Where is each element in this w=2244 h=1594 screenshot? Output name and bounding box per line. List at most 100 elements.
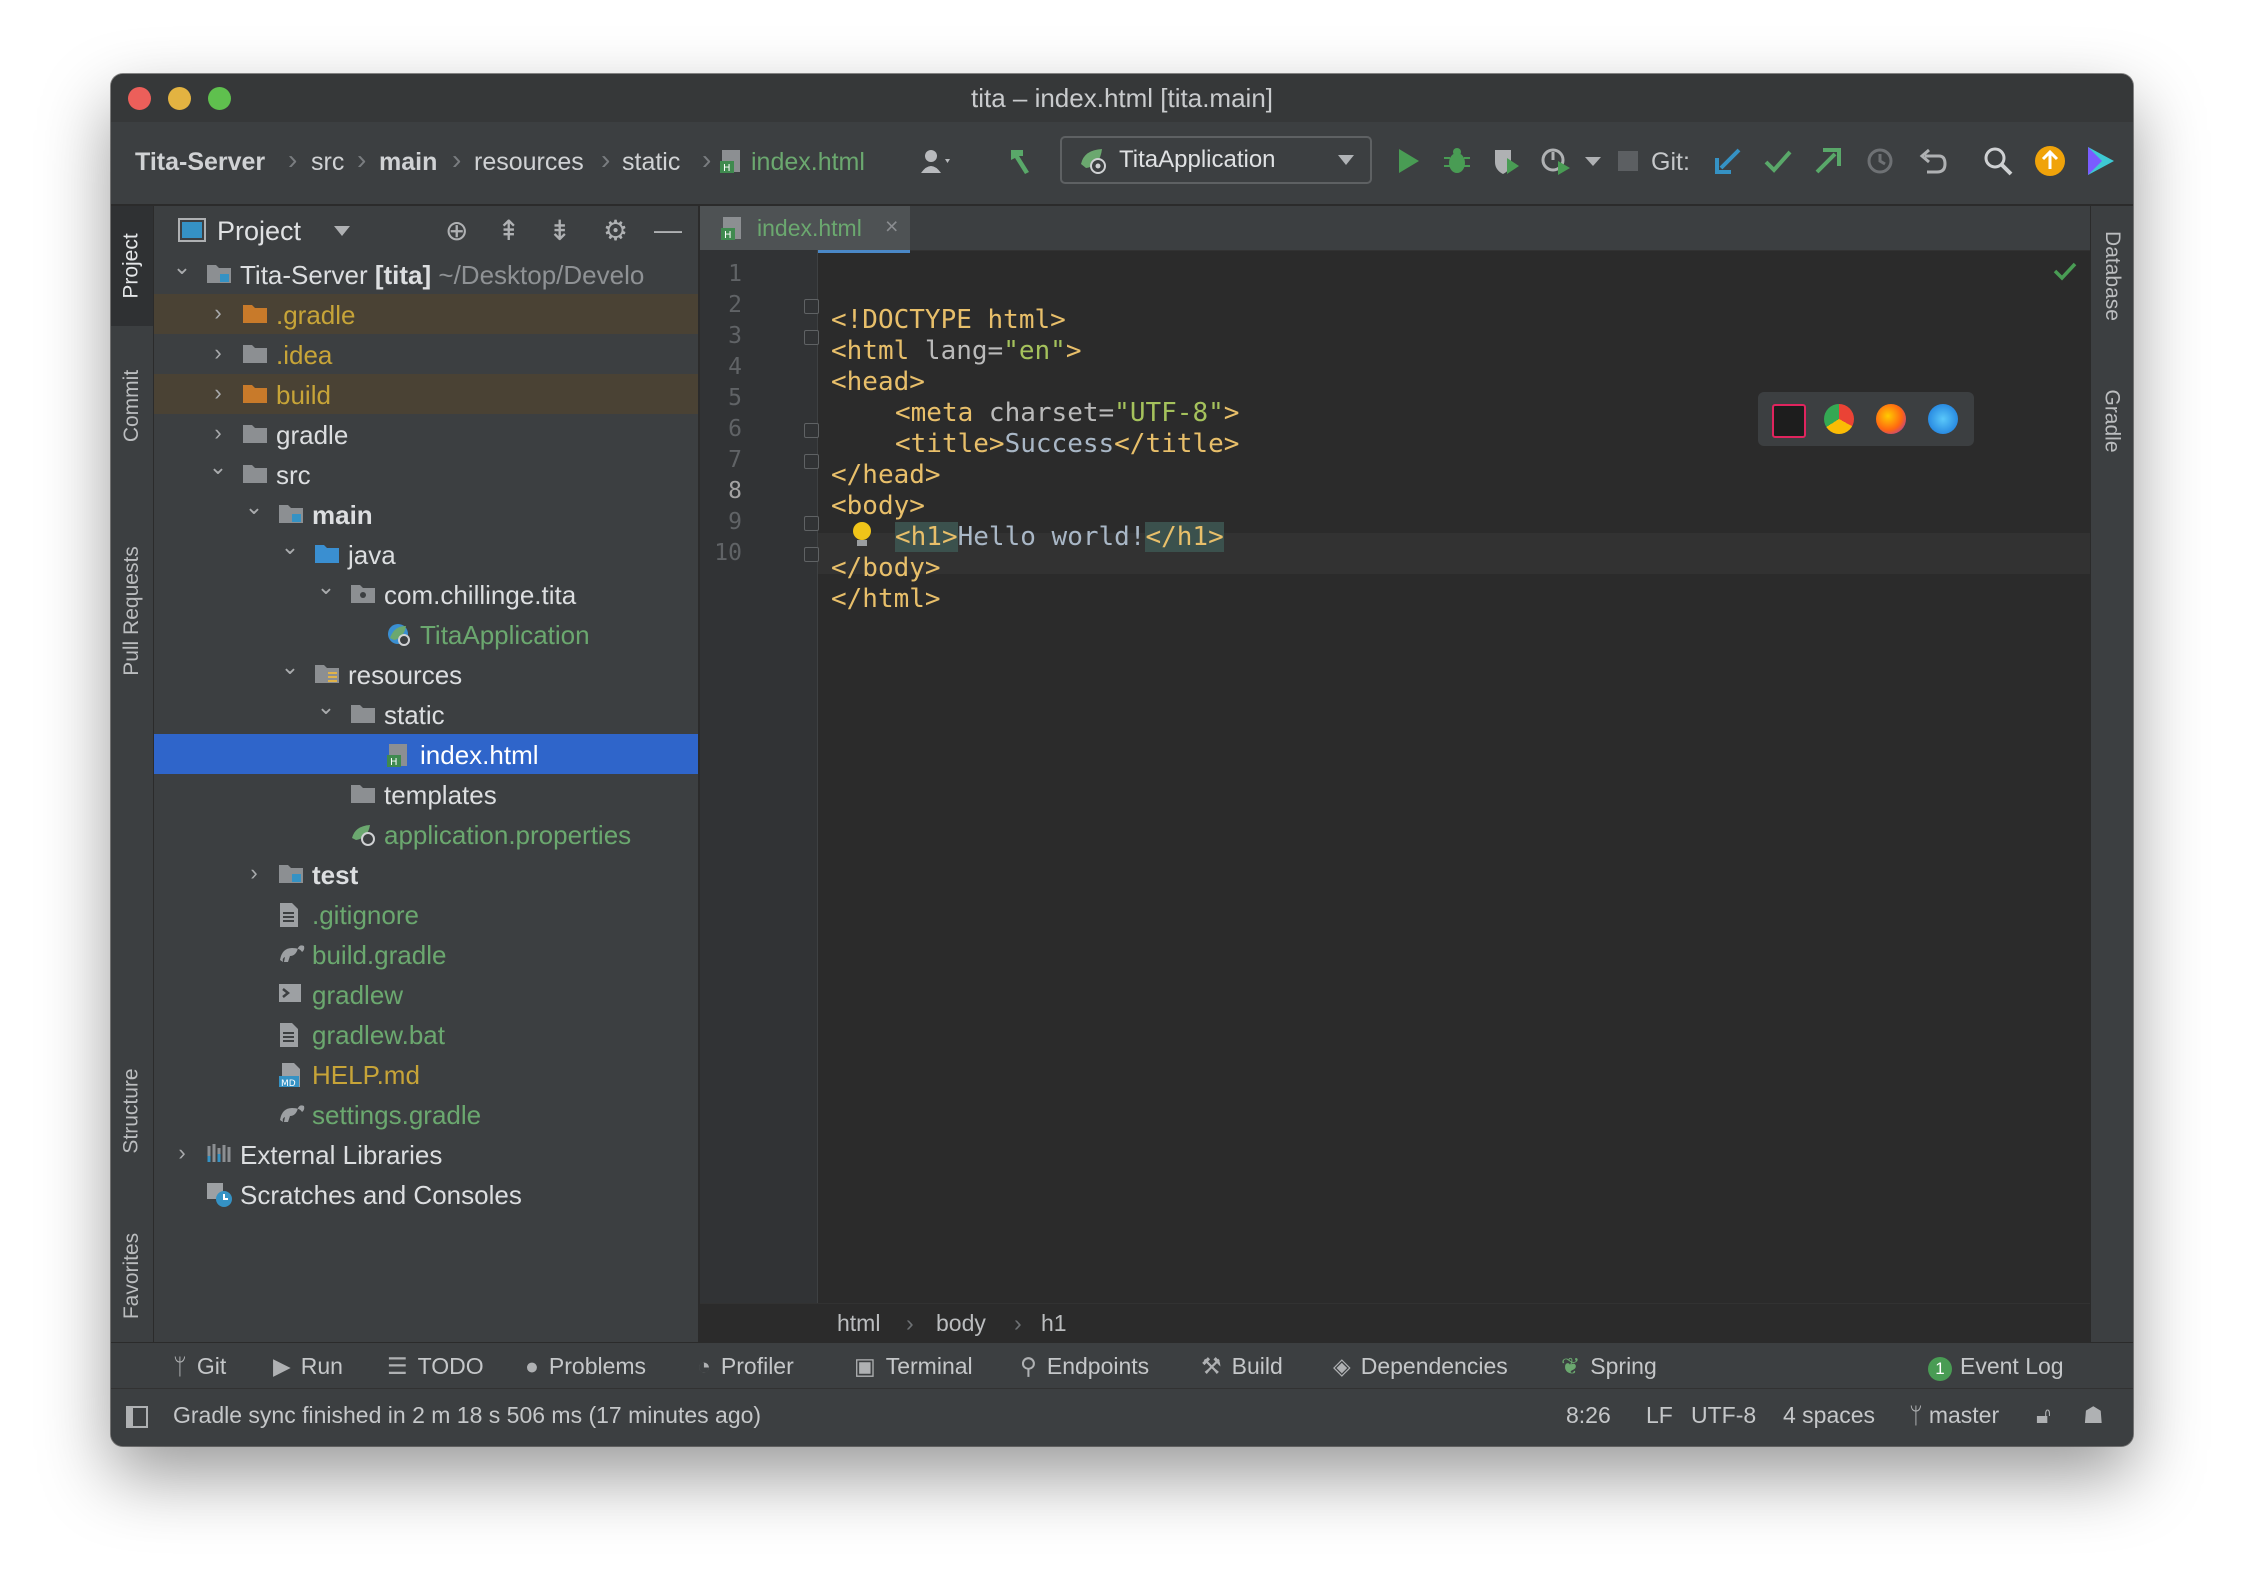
tree-item-static-folder[interactable]: ⌄ static — [154, 694, 698, 734]
file-encoding[interactable]: UTF-8 — [1691, 1402, 1756, 1429]
chevron-right-icon[interactable]: › — [172, 1140, 192, 1166]
tab-favorites[interactable]: Favorites — [111, 1206, 153, 1346]
build-hammer-icon[interactable] — [1003, 144, 1037, 178]
debug-icon[interactable] — [1440, 144, 1474, 178]
tree-item-gitignore-file[interactable]: .gitignore — [154, 894, 698, 934]
chevron-right-icon[interactable]: › — [208, 380, 228, 406]
git-update-icon[interactable] — [1711, 144, 1745, 178]
tree-item-index-html-file[interactable]: Hindex.html — [154, 734, 698, 774]
tree-item-gradlew-bat-file[interactable]: gradlew.bat — [154, 1014, 698, 1054]
locate-file-icon[interactable]: ⊕ — [445, 214, 468, 247]
chevron-down-icon[interactable]: ⌄ — [280, 534, 300, 560]
stop-icon[interactable] — [1611, 144, 1645, 178]
chevron-right-icon[interactable]: › — [208, 340, 228, 366]
tool-todo[interactable]: ☰ TODO — [387, 1353, 484, 1380]
tool-terminal[interactable]: ▣ Terminal — [854, 1353, 973, 1380]
line-number[interactable]: 10 — [700, 540, 742, 566]
tree-item-main-folder[interactable]: ⌄ main — [154, 494, 698, 534]
line-number[interactable]: 5 — [700, 385, 742, 411]
tree-item-settings-gradle-file[interactable]: settings.gradle — [154, 1094, 698, 1134]
run-with-coverage-icon[interactable] — [1489, 144, 1523, 178]
breadcrumb-static[interactable]: static — [622, 148, 680, 177]
close-tab-icon[interactable]: × — [885, 213, 898, 240]
intellij-preview-icon[interactable] — [1772, 404, 1806, 438]
tree-item-external-libraries[interactable]: › External Libraries — [154, 1134, 698, 1174]
firefox-icon[interactable] — [1876, 404, 1906, 434]
tree-item-help-md-file[interactable]: MD HELP.md — [154, 1054, 698, 1094]
breadcrumb-h1[interactable]: h1 — [1041, 1310, 1067, 1337]
tool-event-log[interactable]: 1 Event Log — [1928, 1353, 2064, 1381]
tool-run[interactable]: ▶ Run — [273, 1353, 343, 1380]
tree-item-java-folder[interactable]: ⌄ java — [154, 534, 698, 574]
tree-item-gradlew-file[interactable]: gradlew — [154, 974, 698, 1014]
history-icon[interactable] — [1863, 144, 1897, 178]
tool-dependencies[interactable]: ◈ Dependencies — [1333, 1353, 1508, 1380]
tree-item-scratches-and-consoles[interactable]: Scratches and Consoles — [154, 1174, 698, 1214]
chevron-down-icon[interactable] — [334, 226, 350, 236]
chevron-down-icon[interactable]: ⌄ — [316, 694, 336, 720]
tool-build[interactable]: ⚒ Build — [1201, 1353, 1283, 1380]
tab-structure[interactable]: Structure — [111, 1036, 153, 1186]
tree-item-gradle-folder[interactable]: › gradle — [154, 414, 698, 454]
tool-endpoints[interactable]: ⚲ Endpoints — [1020, 1353, 1149, 1380]
git-push-icon[interactable] — [1811, 144, 1845, 178]
tree-item-resources-folder[interactable]: ⌄ resources — [154, 654, 698, 694]
chevron-down-icon[interactable]: ⌄ — [244, 494, 264, 520]
toggle-tool-windows-icon[interactable] — [125, 1405, 149, 1434]
tree-item-gradle-cache-folder[interactable]: › .gradle — [154, 294, 698, 334]
tree-item-package-folder[interactable]: ⌄ com.chillinge.tita — [154, 574, 698, 614]
tab-index-html[interactable]: H index.html × — [700, 206, 910, 253]
line-number[interactable]: 3 — [700, 323, 742, 349]
chevron-down-icon[interactable] — [1576, 144, 1610, 178]
breadcrumb-file[interactable]: index.html — [751, 148, 865, 177]
line-number[interactable]: 9 — [700, 509, 742, 535]
gear-icon[interactable]: ⚙ — [603, 214, 628, 247]
rollback-icon[interactable] — [1915, 144, 1949, 178]
line-number[interactable]: 1 — [700, 261, 742, 287]
vcs-user-icon[interactable] — [919, 144, 953, 178]
tool-spring[interactable]: ❦ Spring — [1561, 1353, 1657, 1380]
tree-item-build-gradle-file[interactable]: build.gradle — [154, 934, 698, 974]
tree-item-application-properties-file[interactable]: application.properties — [154, 814, 698, 854]
chevron-right-icon[interactable]: › — [208, 300, 228, 326]
fold-marker-icon[interactable] — [804, 454, 819, 469]
lightbulb-icon[interactable] — [850, 520, 874, 555]
hide-panel-icon[interactable]: — — [654, 214, 682, 246]
breadcrumb-html[interactable]: html — [837, 1310, 880, 1337]
fold-marker-icon[interactable] — [804, 516, 819, 531]
tab-gradle[interactable]: Gradle — [2091, 356, 2133, 486]
fold-marker-icon[interactable] — [804, 330, 819, 345]
tab-project[interactable]: Project — [111, 206, 153, 326]
project-panel-title[interactable]: Project — [217, 216, 301, 247]
chrome-icon[interactable] — [1824, 404, 1854, 434]
caret-position[interactable]: 8:26 — [1566, 1402, 1611, 1429]
tree-item-tita-application-class[interactable]: TitaApplication — [154, 614, 698, 654]
collapse-all-icon[interactable]: ⇟ — [548, 214, 571, 247]
tool-git[interactable]: ᛘ Git — [173, 1353, 226, 1380]
chevron-down-icon[interactable]: ⌄ — [172, 254, 192, 280]
read-only-lock-icon[interactable]: 🔓︎ — [2036, 1402, 2051, 1429]
chevron-down-icon[interactable]: ⌄ — [316, 574, 336, 600]
status-message[interactable]: Gradle sync finished in 2 m 18 s 506 ms … — [173, 1402, 761, 1429]
search-icon[interactable] — [1981, 144, 2015, 178]
tool-profiler[interactable]: ◔ Profiler — [697, 1353, 794, 1380]
code-with-me-icon[interactable] — [2083, 144, 2117, 178]
tree-item-templates-folder[interactable]: templates — [154, 774, 698, 814]
tree-item-build-folder[interactable]: › build — [154, 374, 698, 414]
profile-icon[interactable] — [1539, 144, 1573, 178]
tab-pull-requests[interactable]: Pull Requests — [111, 486, 153, 736]
tab-commit[interactable]: Commit — [111, 336, 153, 476]
indent-setting[interactable]: 4 spaces — [1783, 1402, 1875, 1429]
git-branch[interactable]: ᛘ master — [1909, 1402, 1999, 1429]
breadcrumb-src[interactable]: src — [311, 148, 344, 177]
expand-all-icon[interactable]: ⇞ — [497, 214, 520, 247]
breadcrumb-body[interactable]: body — [936, 1310, 986, 1337]
line-number[interactable]: 2 — [700, 292, 742, 318]
tree-item-test-folder[interactable]: › test — [154, 854, 698, 894]
inspection-profile-icon[interactable]: ☗ — [2083, 1402, 2104, 1429]
run-icon[interactable] — [1391, 144, 1425, 178]
fold-marker-icon[interactable] — [804, 423, 819, 438]
git-commit-icon[interactable] — [1761, 144, 1795, 178]
line-number[interactable]: 4 — [700, 354, 742, 380]
fold-marker-icon[interactable] — [804, 299, 819, 314]
